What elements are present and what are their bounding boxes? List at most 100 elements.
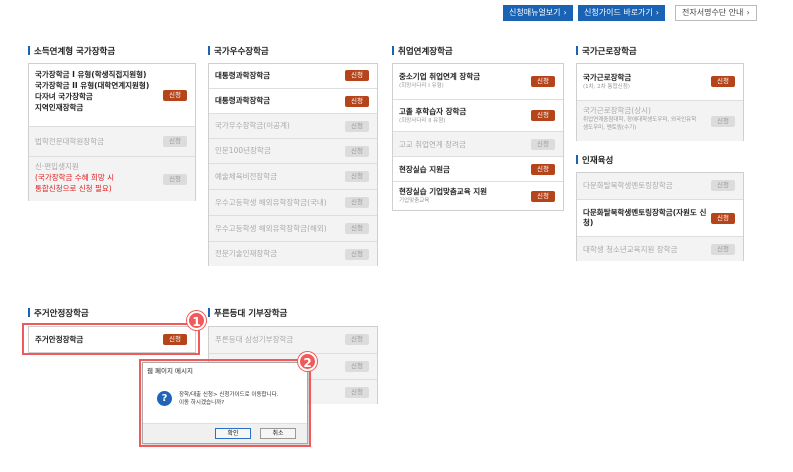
work-section-title: 국가근로장학금 xyxy=(576,45,637,57)
excellence-row: 우수고등학생 해외유학장학금(해외) 신청 xyxy=(209,215,377,241)
employment-sublabel: (희망사다리 I 유형) xyxy=(399,83,444,89)
income-line-3: 다자녀 국가장학금 xyxy=(35,92,93,101)
employment-label: 고교 취업연계 장려금 xyxy=(399,140,466,149)
work-label-wrap: 국가근로장학금 (1차, 2차 통합신청) xyxy=(583,73,631,91)
talent-row[interactable]: 다문화탈북학생멘토링장학금(자원도 신청) 신청 xyxy=(577,199,743,236)
talent-row: 대학생 청소년교육지원 장학금 신청 xyxy=(577,236,743,261)
excellence-apply-button: 신청 xyxy=(345,121,369,132)
freshman-apply-button: 신청 xyxy=(163,174,187,185)
work-row: 국가근로장학금(상시) 취업연계중점대학, 장애대학생도우미, 외국인유학생도우미… xyxy=(577,100,743,141)
income-line-4: 지역인재장학금 xyxy=(35,103,84,112)
excellence-row: 우수고등학생 해외유학장학금(국내) 신청 xyxy=(209,189,377,215)
excellence-label: 국가우수장학금(이공계) xyxy=(215,121,290,130)
excellence-apply-button: 신청 xyxy=(345,146,369,157)
excellence-label: 전문기술인재장학금 xyxy=(215,249,278,258)
talent-label: 다문화탈북학생멘토링장학금(자원도 신청) xyxy=(583,208,707,227)
work-label-wrap: 국가근로장학금(상시) 취업연계중점대학, 장애대학생도우미, 외국인유학생도우미… xyxy=(583,106,701,132)
donation-apply-button: 신청 xyxy=(345,361,369,372)
employment-label-wrap: 중소기업 취업연계 장학금 (희망사다리 I 유형) xyxy=(399,72,480,90)
employment-section-title: 취업연계장학금 xyxy=(392,45,453,57)
work-row[interactable]: 국가근로장학금 (1차, 2차 통합신청) 신청 xyxy=(577,64,743,100)
guide-label: 신청가이드 바로가기 xyxy=(584,8,653,17)
donation-row: 푸른등대 삼성기부장학금 신청 xyxy=(209,327,377,353)
law-row: 법학전문대학원장학금 신청 xyxy=(29,126,195,156)
income-section-title: 소득연계형 국가장학금 xyxy=(28,45,115,57)
employment-sublabel: (희망사다리 II 유형) xyxy=(399,118,446,124)
employment-row[interactable]: 고졸 후학습자 장학금 (희망사다리 II 유형) 신청 xyxy=(393,99,563,131)
work-sublabel: (1차, 2차 통합신청) xyxy=(583,84,630,90)
dialog-highlight xyxy=(139,359,311,447)
esign-button[interactable]: 전자서명수단 안내 › xyxy=(675,5,757,21)
work-label: 국가근로장학금(상시) xyxy=(583,106,651,115)
excellence-apply-button: 신청 xyxy=(345,249,369,260)
excellence-apply-button: 신청 xyxy=(345,197,369,208)
excellence-label: 인문100년장학금 xyxy=(215,146,271,155)
excellence-row: 예술체육비전장학금 신청 xyxy=(209,163,377,189)
employment-apply-button[interactable]: 신청 xyxy=(531,110,555,121)
law-label: 법학전문대학원장학금 xyxy=(35,137,104,146)
employment-apply-button[interactable]: 신청 xyxy=(531,164,555,175)
donation-section-title: 푸른등대 기부장학금 xyxy=(208,307,287,319)
income-main-text: 국가장학금 I 유형(학생직접지원형) 국가장학금 II 유형(대학연계지원형)… xyxy=(35,69,149,113)
income-main-row[interactable]: 국가장학금 I 유형(학생직접지원형) 국가장학금 II 유형(대학연계지원형)… xyxy=(29,64,195,126)
donation-apply-button: 신청 xyxy=(345,387,369,398)
excellence-apply-button[interactable]: 신청 xyxy=(345,96,369,107)
employment-row[interactable]: 현장실습 지원금 신청 xyxy=(393,156,563,181)
guide-button[interactable]: 신청가이드 바로가기 › xyxy=(578,5,665,21)
talent-row: 다문화탈북학생멘토링장학금 신청 xyxy=(577,173,743,199)
work-apply-button[interactable]: 신청 xyxy=(711,76,735,87)
excellence-apply-button: 신청 xyxy=(345,171,369,182)
employment-apply-button[interactable]: 신청 xyxy=(531,76,555,87)
talent-apply-button[interactable]: 신청 xyxy=(711,213,735,224)
manual-label: 신청매뉴얼보기 xyxy=(509,8,561,17)
excellence-apply-button[interactable]: 신청 xyxy=(345,70,369,81)
excellence-label: 우수고등학생 해외유학장학금(해외) xyxy=(215,224,327,233)
excellence-label: 예술체육비전장학금 xyxy=(215,172,278,181)
income-line-1: 국가장학금 I 유형(학생직접지원형) xyxy=(35,70,147,79)
employment-label: 현장실습 지원금 xyxy=(399,165,450,174)
talent-box: 다문화탈북학생멘토링장학금 신청 다문화탈북학생멘토링장학금(자원도 신청) 신청 … xyxy=(576,172,744,261)
annotation-badge-1: 1 xyxy=(187,311,206,330)
excellence-apply-button: 신청 xyxy=(345,223,369,234)
work-sublabel: 취업연계중점대학, 장애대학생도우미, 외국인유학생도우미, 멘토링(수기) xyxy=(583,117,697,131)
excellence-label: 대통령과학장학금 xyxy=(215,96,271,105)
freshman-text: 신·편입생지원 (국가장학금 수혜 희망 시 통합신청으로 신청 필요) xyxy=(35,161,114,194)
chevron-right-icon: › xyxy=(655,8,659,17)
talent-label: 대학생 청소년교육지원 장학금 xyxy=(583,245,678,254)
excellence-label: 대통령과학장학금 xyxy=(215,71,271,80)
employment-label-wrap: 고졸 후학습자 장학금 (희망사다리 II 유형) xyxy=(399,107,466,125)
employment-label: 중소기업 취업연계 장학금 xyxy=(399,72,481,81)
employment-sublabel: 기업맞춤교육 xyxy=(399,198,430,204)
excellence-row: 인문100년장학금 신청 xyxy=(209,138,377,163)
housing-highlight xyxy=(22,323,200,355)
talent-apply-button: 신청 xyxy=(711,180,735,191)
talent-apply-button: 신청 xyxy=(711,244,735,255)
freshman-note-2: 통합신청으로 신청 필요) xyxy=(35,184,112,193)
manual-button[interactable]: 신청매뉴얼보기 › xyxy=(503,5,573,21)
employment-label: 현장실습 기업맞춤교육 지원 xyxy=(399,187,488,196)
income-apply-button[interactable]: 신청 xyxy=(163,90,187,101)
excellence-row: 국가우수장학금(이공계) 신청 xyxy=(209,113,377,138)
excellence-section-title: 국가우수장학금 xyxy=(208,45,269,57)
excellence-row[interactable]: 대통령과학장학금 신청 xyxy=(209,88,377,113)
freshman-row: 신·편입생지원 (국가장학금 수혜 희망 시 통합신청으로 신청 필요) 신청 xyxy=(29,156,195,201)
donation-label: 푸른등대 삼성기부장학금 xyxy=(215,335,294,344)
employment-apply-button: 신청 xyxy=(531,139,555,150)
employment-row[interactable]: 현장실습 기업맞춤교육 지원기업맞춤교육 신청 xyxy=(393,181,563,211)
excellence-row: 전문기술인재장학금 신청 xyxy=(209,241,377,266)
esign-label: 전자서명수단 안내 xyxy=(682,8,744,17)
talent-label: 다문화탈북학생멘토링장학금 xyxy=(583,181,673,190)
work-label: 국가근로장학금 xyxy=(583,73,632,82)
employment-apply-button[interactable]: 신청 xyxy=(531,191,555,202)
chevron-right-icon: › xyxy=(746,8,750,17)
housing-section-title: 주거안정장학금 xyxy=(28,307,89,319)
employment-label: 고졸 후학습자 장학금 xyxy=(399,107,467,116)
freshman-label: 신·편입생지원 xyxy=(35,162,79,171)
freshman-note-1: (국가장학금 수혜 희망 시 xyxy=(35,173,115,182)
talent-section-title: 인재육성 xyxy=(576,154,613,166)
work-apply-button: 신청 xyxy=(711,116,735,127)
law-apply-button: 신청 xyxy=(163,136,187,147)
excellence-row[interactable]: 대통령과학장학금 신청 xyxy=(209,64,377,88)
annotation-badge-2: 2 xyxy=(298,352,317,371)
employment-row[interactable]: 중소기업 취업연계 장학금 (희망사다리 I 유형) 신청 xyxy=(393,64,563,99)
